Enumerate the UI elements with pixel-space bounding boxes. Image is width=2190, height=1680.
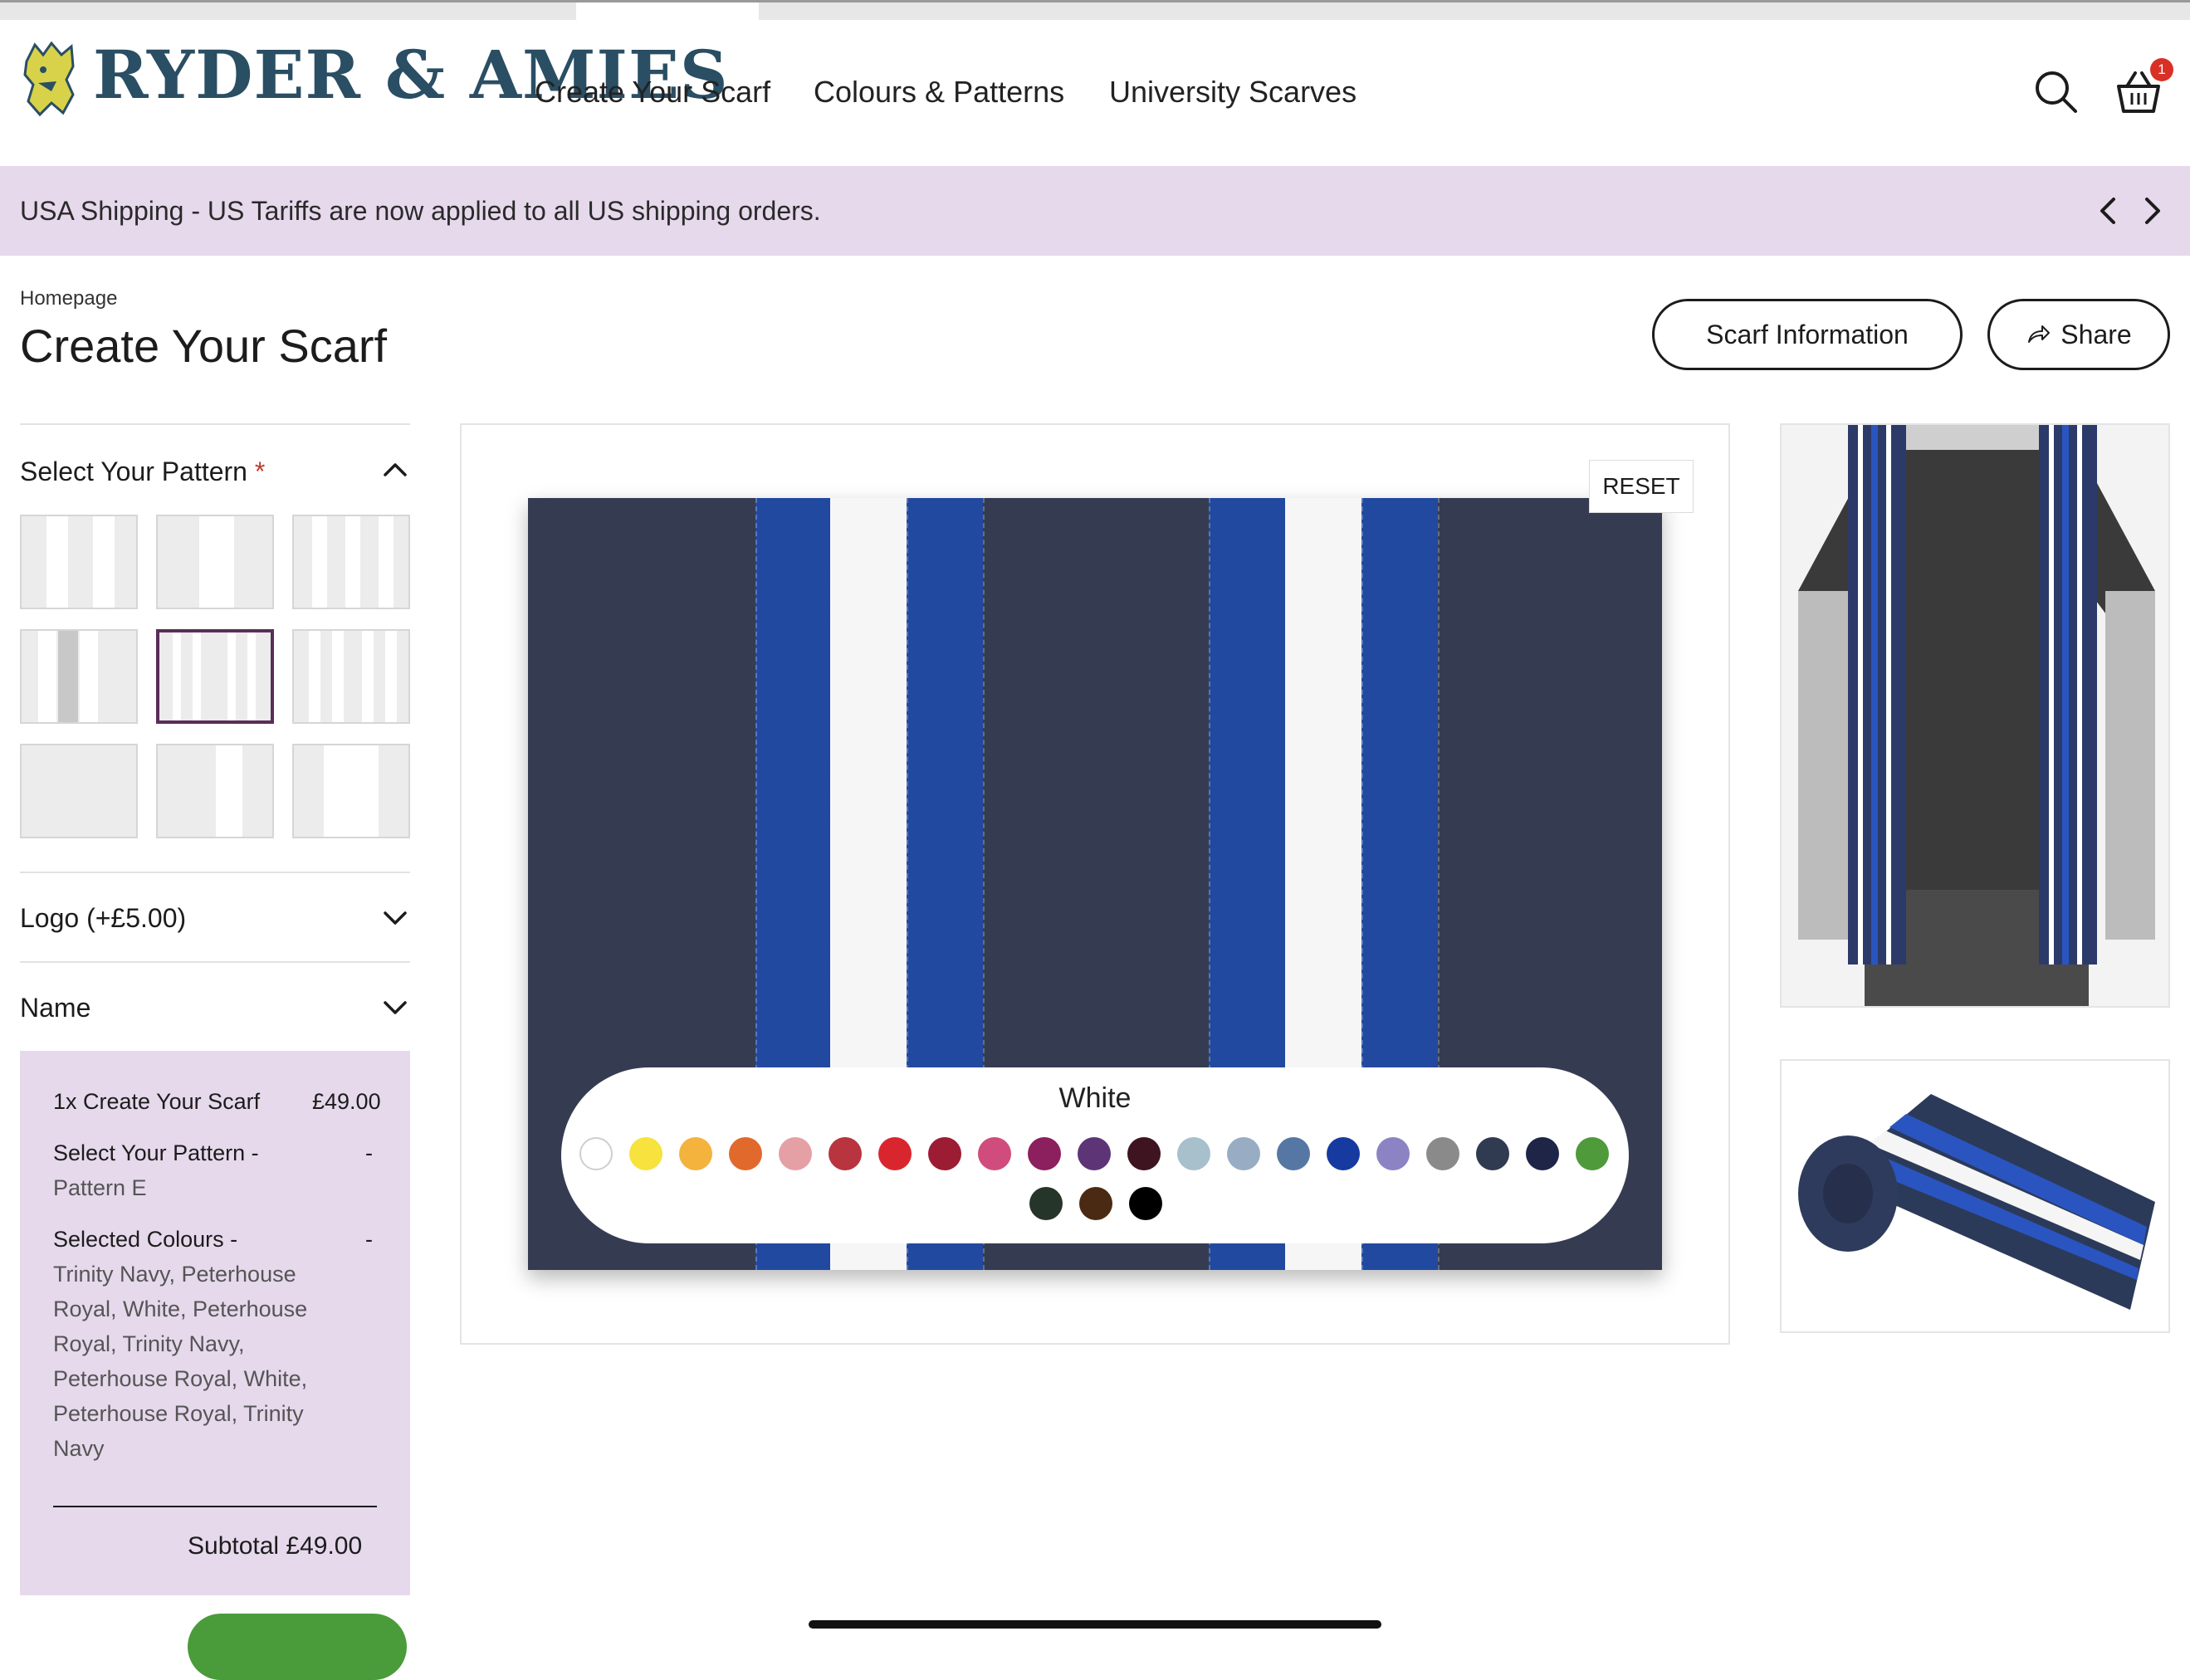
colour-swatch-10[interactable] — [1028, 1137, 1061, 1170]
summary-pattern-value: Pattern E — [53, 1175, 147, 1200]
colour-swatch-14[interactable] — [1227, 1137, 1260, 1170]
summary-subtotal: Subtotal £49.00 — [188, 1532, 363, 1560]
share-label: Share — [2060, 319, 2132, 349]
home-indicator — [809, 1620, 1381, 1629]
add-to-cart-button[interactable] — [188, 1614, 407, 1680]
pattern-option-a[interactable] — [20, 515, 138, 609]
lion-crest-icon[interactable] — [18, 37, 80, 120]
pattern-option-c[interactable] — [292, 515, 410, 609]
summary-pattern-dash: - — [365, 1140, 373, 1165]
colour-swatch-20[interactable] — [1526, 1137, 1559, 1170]
chevron-down-icon[interactable] — [380, 993, 410, 1023]
summary-colours-value: Trinity Navy, Peterhouse Royal, White, P… — [53, 1262, 308, 1461]
top-divider — [0, 0, 2190, 2]
colour-swatch-7[interactable] — [878, 1137, 912, 1170]
page-title: Create Your Scarf — [20, 320, 388, 372]
colour-swatch-23[interactable] — [1079, 1187, 1112, 1220]
reset-label: RESET — [1602, 473, 1680, 499]
colour-swatch-3[interactable] — [679, 1137, 712, 1170]
summary-colours-dash: - — [365, 1227, 373, 1252]
colour-swatch-15[interactable] — [1277, 1137, 1310, 1170]
colour-swatch-24[interactable] — [1129, 1187, 1162, 1220]
colour-swatch-1[interactable] — [579, 1137, 613, 1170]
nav-colours-patterns[interactable]: Colours & Patterns — [814, 75, 1064, 110]
colour-swatch-6[interactable] — [829, 1137, 862, 1170]
summary-divider — [53, 1506, 377, 1507]
model-wearing-scarf-image[interactable] — [1780, 423, 2170, 1008]
name-section-title[interactable]: Name — [20, 993, 90, 1023]
summary-pattern-label: Select Your Pattern - — [53, 1140, 259, 1165]
chevron-left-icon[interactable] — [2092, 191, 2125, 231]
select-pattern-heading[interactable]: Select Your Pattern * — [20, 457, 265, 487]
chevron-down-icon[interactable] — [380, 903, 410, 933]
browser-progress-strip — [0, 0, 2190, 20]
pattern-option-e[interactable] — [156, 629, 274, 724]
colour-swatch-17[interactable] — [1376, 1137, 1410, 1170]
chevron-right-icon[interactable] — [2135, 191, 2168, 231]
breadcrumb-homepage[interactable]: Homepage — [20, 287, 117, 310]
colour-swatch-4[interactable] — [729, 1137, 762, 1170]
pattern-option-g[interactable] — [20, 744, 138, 838]
chevron-up-icon[interactable] — [380, 455, 410, 485]
colour-swatch-5[interactable] — [779, 1137, 812, 1170]
colour-swatch-8[interactable] — [928, 1137, 961, 1170]
pattern-option-i[interactable] — [292, 744, 410, 838]
scarf-information-button[interactable]: Scarf Information — [1652, 299, 1963, 370]
rolled-scarf-image[interactable] — [1780, 1059, 2170, 1333]
colour-swatch-12[interactable] — [1127, 1137, 1161, 1170]
colour-swatch-21[interactable] — [1576, 1137, 1609, 1170]
pattern-option-h[interactable] — [156, 744, 274, 838]
model-photo — [1782, 425, 2168, 1006]
summary-item-price: £49.00 — [312, 1089, 381, 1114]
logo-section-title[interactable]: Logo (+£5.00) — [20, 903, 186, 934]
selected-colour-name: White — [1058, 1082, 1132, 1114]
announcement-text: USA Shipping - US Tariffs are now applie… — [20, 196, 821, 226]
colour-swatch-9[interactable] — [978, 1137, 1011, 1170]
summary-colours-label: Selected Colours - — [53, 1227, 238, 1252]
sidebar-divider — [20, 423, 410, 425]
select-pattern-title: Select Your Pattern — [20, 457, 247, 486]
colour-swatch-13[interactable] — [1177, 1137, 1210, 1170]
sidebar-divider — [20, 961, 410, 963]
rolled-scarf-photo — [1798, 1094, 2155, 1310]
share-arrow-icon — [2028, 325, 2051, 343]
required-asterisk: * — [254, 457, 266, 486]
search-icon[interactable] — [2032, 68, 2079, 115]
nav-university-scarves[interactable]: University Scarves — [1109, 75, 1357, 110]
colour-swatch-19[interactable] — [1476, 1137, 1509, 1170]
colour-swatch-11[interactable] — [1078, 1137, 1111, 1170]
sidebar-divider — [20, 872, 410, 873]
pattern-option-b[interactable] — [156, 515, 274, 609]
colour-swatch-16[interactable] — [1327, 1137, 1360, 1170]
summary-item-label: 1x Create Your Scarf — [53, 1089, 261, 1114]
cart-count-badge: 1 — [2150, 58, 2173, 81]
pattern-option-d[interactable] — [20, 629, 138, 724]
colour-swatch-2[interactable] — [629, 1137, 662, 1170]
share-button[interactable]: Share — [1987, 299, 2170, 370]
reset-button[interactable]: RESET — [1589, 460, 1694, 513]
colour-swatch-22[interactable] — [1029, 1187, 1063, 1220]
nav-create-your-scarf[interactable]: Create Your Scarf — [535, 75, 770, 110]
pattern-option-f[interactable] — [292, 629, 410, 724]
scarf-information-label: Scarf Information — [1706, 319, 1909, 349]
colour-swatch-18[interactable] — [1426, 1137, 1459, 1170]
